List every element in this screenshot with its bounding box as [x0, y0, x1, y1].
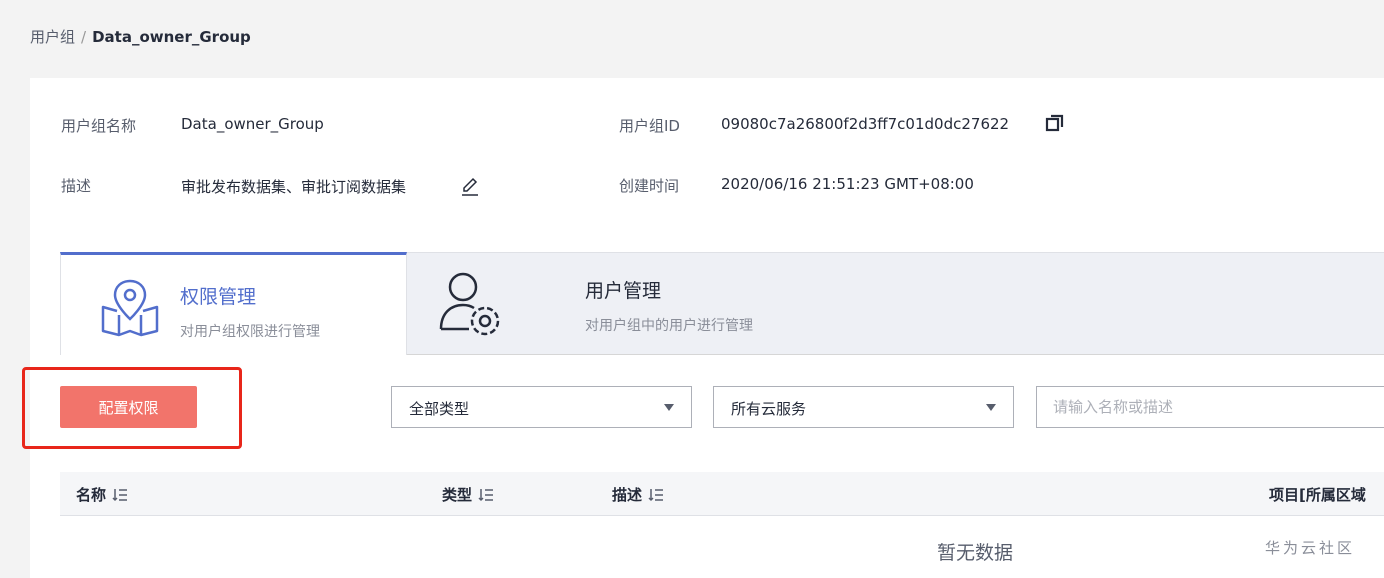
- group-id-value: 09080c7a26800f2d3ff7c01d0dc27622: [721, 115, 1010, 133]
- empty-state-text: 暂无数据: [937, 542, 1014, 564]
- sort-icon[interactable]: [648, 487, 664, 503]
- tab-bar: 权限管理 对用户组权限进行管理 用户管理 对用户组中的用户进行管理: [60, 252, 1384, 355]
- column-header-project[interactable]: 项目[所属区域: [1269, 484, 1366, 505]
- tab-user-desc: 对用户组中的用户进行管理: [585, 318, 753, 334]
- service-select-value: 所有云服务: [731, 400, 807, 418]
- column-header-name[interactable]: 名称: [76, 484, 128, 505]
- map-pin-icon: [101, 279, 159, 337]
- search-input[interactable]: [1036, 386, 1384, 428]
- sort-icon[interactable]: [478, 487, 494, 503]
- user-gear-icon: [439, 272, 500, 336]
- breadcrumb-separator: /: [81, 28, 87, 46]
- column-header-label: 类型: [442, 486, 473, 504]
- group-name-value: Data_owner_Group: [181, 115, 324, 133]
- group-name-label: 用户组名称: [61, 117, 137, 135]
- breadcrumb: 用户组 / Data_owner_Group: [30, 26, 251, 47]
- created-time-label: 创建时间: [619, 177, 680, 195]
- column-header-description[interactable]: 描述: [612, 484, 664, 505]
- tab-user-title: 用户管理: [585, 280, 662, 302]
- column-header-type[interactable]: 类型: [442, 484, 494, 505]
- configure-permission-button[interactable]: 配置权限: [60, 386, 197, 428]
- column-header-label: 描述: [612, 486, 643, 504]
- edit-icon[interactable]: [460, 176, 480, 196]
- tab-user-management[interactable]: 用户管理 对用户组中的用户进行管理: [407, 252, 1384, 354]
- breadcrumb-parent-link[interactable]: 用户组: [30, 28, 75, 46]
- description-label: 描述: [61, 177, 92, 195]
- breadcrumb-current: Data_owner_Group: [92, 28, 251, 46]
- description-value: 审批发布数据集、审批订阅数据集: [181, 178, 407, 196]
- group-id-label: 用户组ID: [619, 117, 680, 135]
- table-header: 名称 类型 描述 项目[所属区域: [60, 472, 1384, 516]
- tab-permission-desc: 对用户组权限进行管理: [180, 324, 320, 340]
- service-select[interactable]: 所有云服务: [713, 386, 1014, 428]
- tab-permission-management[interactable]: 权限管理 对用户组权限进行管理: [60, 252, 407, 355]
- sort-icon[interactable]: [112, 487, 128, 503]
- column-header-label: 项目[所属区域: [1269, 486, 1366, 504]
- chevron-down-icon: [664, 404, 674, 411]
- created-time-value: 2020/06/16 21:51:23 GMT+08:00: [721, 175, 974, 193]
- chevron-down-icon: [986, 404, 996, 411]
- type-select-value: 全部类型: [409, 400, 470, 418]
- column-header-label: 名称: [76, 486, 107, 504]
- watermark: 华为云社区: [1265, 539, 1356, 557]
- tab-permission-title: 权限管理: [180, 286, 257, 308]
- type-select[interactable]: 全部类型: [391, 386, 692, 428]
- copy-icon[interactable]: [1045, 113, 1065, 133]
